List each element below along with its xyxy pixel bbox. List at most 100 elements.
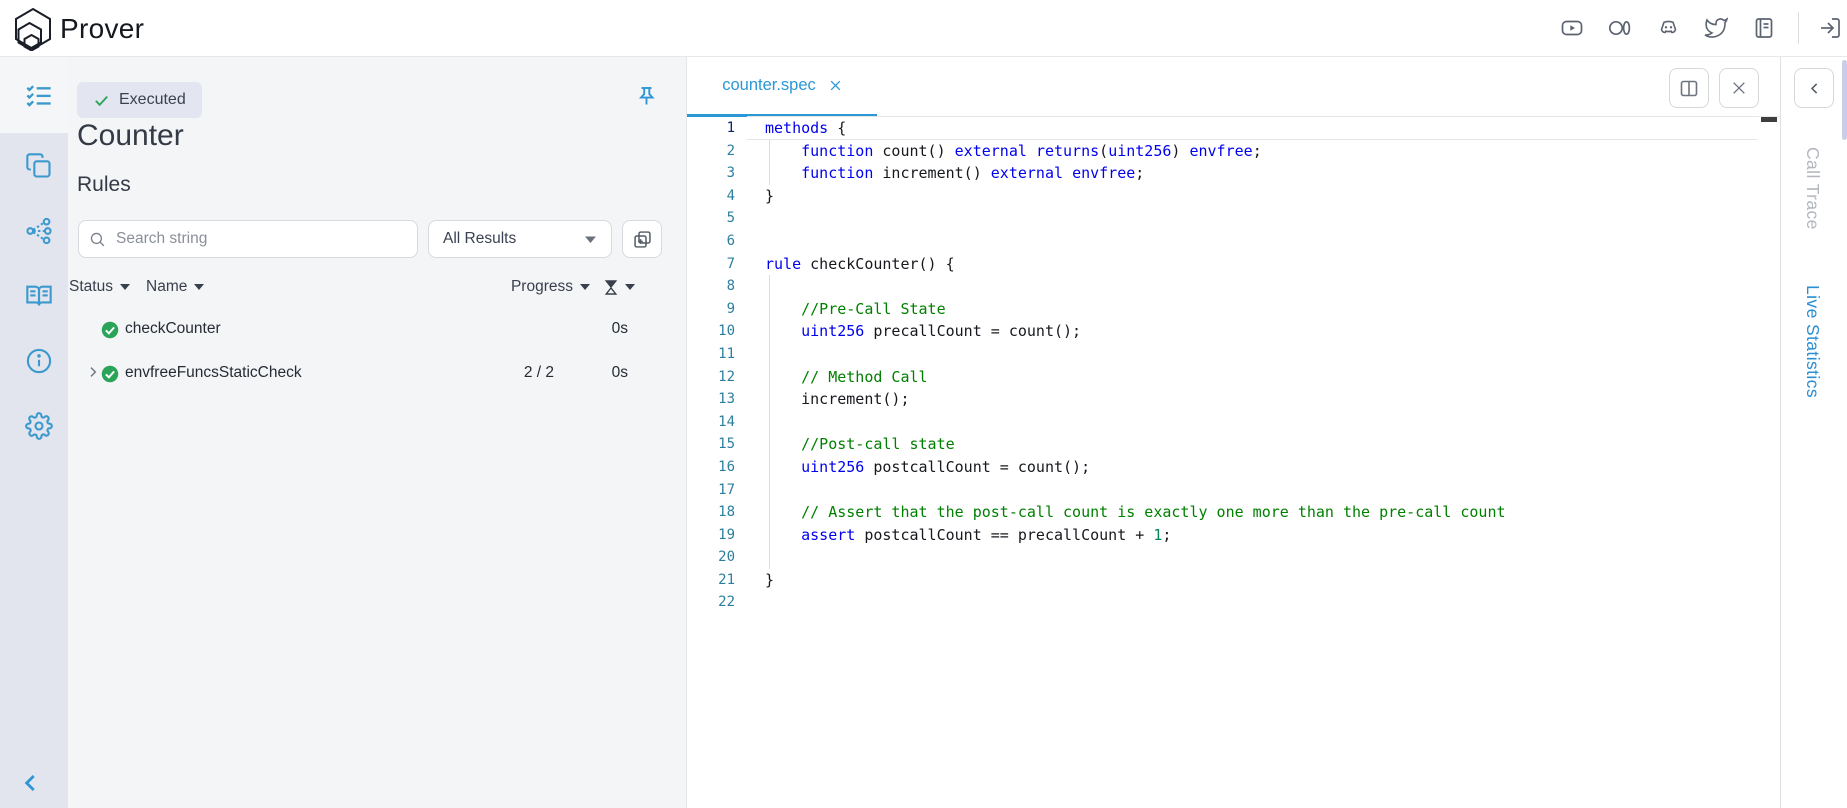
rule-name: checkCounter [125, 320, 221, 338]
code-line[interactable]: 4} [687, 185, 1781, 208]
code-line[interactable]: 12 // Method Call [687, 366, 1781, 389]
indent-guide [769, 456, 770, 479]
code-line[interactable]: 17 [687, 479, 1781, 502]
split-view-button[interactable] [1669, 68, 1709, 108]
badge-check-icon [93, 92, 110, 109]
code-line[interactable]: 15 //Post-call state [687, 433, 1781, 456]
expand-chevron-icon[interactable] [85, 364, 101, 380]
code-line[interactable]: 21} [687, 569, 1781, 592]
call-graph-icon[interactable] [25, 217, 53, 245]
tab-counter-spec[interactable]: counter.spec [687, 57, 877, 117]
duplicate-tab-button[interactable] [622, 220, 662, 258]
code-lines[interactable]: 1methods {2 function count() external re… [687, 117, 1781, 808]
code-line[interactable]: 10 uint256 precallCount = count(); [687, 320, 1781, 343]
code-line[interactable]: 1methods { [687, 117, 1781, 140]
line-number: 13 [687, 388, 741, 411]
line-number: 17 [687, 479, 741, 502]
line-number: 11 [687, 343, 741, 366]
rule-name: envfreeFuncsStaticCheck [125, 364, 302, 382]
page-scrollbar-thumb[interactable] [1842, 60, 1847, 140]
indent-guide [769, 320, 770, 343]
prover-logo-icon [12, 7, 54, 51]
line-number: 12 [687, 366, 741, 389]
column-header-duration[interactable] [604, 279, 635, 296]
indent-guide [769, 411, 770, 434]
column-header-status[interactable]: Status [69, 278, 130, 296]
sort-arrow-icon [625, 284, 635, 290]
indent-guide [769, 366, 770, 389]
close-editor-button[interactable] [1719, 68, 1759, 108]
indent-guide [769, 479, 770, 502]
rules-table-header: Status Name Progress [68, 276, 686, 302]
line-number: 20 [687, 546, 741, 569]
docs-icon[interactable] [1746, 10, 1782, 46]
youtube-icon[interactable] [1554, 10, 1590, 46]
results-filter-select[interactable]: All Results [428, 220, 612, 258]
tab-call-trace[interactable]: Call Trace [1802, 147, 1823, 230]
line-number: 15 [687, 433, 741, 456]
code-line[interactable]: 22 [687, 591, 1781, 614]
indent-guide [769, 343, 770, 366]
code-line[interactable]: 20 [687, 546, 1781, 569]
indent-guide [769, 546, 770, 569]
discord-icon[interactable] [1650, 10, 1686, 46]
code-line[interactable]: 13 increment(); [687, 388, 1781, 411]
line-number: 10 [687, 320, 741, 343]
line-number: 1 [687, 117, 741, 140]
code-line[interactable]: 16 uint256 postcallCount = count(); [687, 456, 1781, 479]
code-line[interactable]: 8 [687, 275, 1781, 298]
indent-guide [769, 298, 770, 321]
line-number: 16 [687, 456, 741, 479]
code-line[interactable]: 5 [687, 207, 1781, 230]
hourglass-icon [604, 279, 618, 296]
column-header-progress[interactable]: Progress [511, 278, 590, 296]
sign-out-icon[interactable] [1812, 10, 1847, 46]
status-badge: Executed [77, 82, 202, 118]
line-number: 9 [687, 298, 741, 321]
contracts-files-icon[interactable] [25, 152, 53, 180]
tab-close-icon[interactable] [829, 79, 842, 92]
rules-checklist-icon[interactable] [25, 82, 53, 110]
indent-guide [769, 524, 770, 547]
rule-row[interactable]: envfreeFuncsStaticCheck 2 / 2 0s [68, 352, 686, 396]
rules-panel: Executed Counter Rules All Results [68, 57, 686, 808]
twitter-icon[interactable] [1698, 10, 1734, 46]
line-number: 18 [687, 501, 741, 524]
code-line[interactable]: 6 [687, 230, 1781, 253]
success-status-icon [101, 365, 119, 383]
search-input[interactable] [114, 229, 407, 249]
brand-logo[interactable]: Prover [12, 7, 144, 51]
code-line[interactable]: 2 function count() external returns(uint… [687, 140, 1781, 163]
code-line[interactable]: 14 [687, 411, 1781, 434]
line-number: 6 [687, 230, 741, 253]
tab-label: counter.spec [722, 76, 816, 95]
indent-guide [769, 275, 770, 298]
editor-tabbar: counter.spec [687, 57, 1781, 117]
code-line[interactable]: 11 [687, 343, 1781, 366]
brand-name: Prover [60, 13, 144, 45]
info-icon[interactable] [25, 347, 53, 375]
expand-panel-button[interactable] [1794, 68, 1834, 108]
code-line[interactable]: 7rule checkCounter() { [687, 253, 1781, 276]
code-line[interactable]: 9 //Pre-Call State [687, 298, 1781, 321]
pin-icon[interactable] [635, 84, 661, 110]
column-header-name[interactable]: Name [146, 278, 204, 296]
code-line[interactable]: 3 function increment() external envfree; [687, 162, 1781, 185]
sort-arrow-icon [194, 284, 204, 290]
code-line[interactable]: 18 // Assert that the post-call count is… [687, 501, 1781, 524]
editor-scrollbar-thumb[interactable] [1761, 117, 1777, 122]
spec-book-icon[interactable] [25, 282, 53, 310]
code-line[interactable]: 19 assert postcallCount == precallCount … [687, 524, 1781, 547]
rule-row[interactable]: checkCounter 0s [68, 308, 686, 352]
badge-label: Executed [119, 91, 186, 109]
line-number: 8 [687, 275, 741, 298]
indent-guide [769, 388, 770, 411]
results-filter-value: All Results [443, 230, 516, 248]
line-number: 21 [687, 569, 741, 592]
tab-live-statistics[interactable]: Live Statistics [1802, 285, 1823, 398]
settings-gear-icon[interactable] [25, 412, 53, 440]
medium-icon[interactable] [1602, 10, 1638, 46]
sidebar-collapse-chevron[interactable] [18, 770, 44, 796]
rules-section-title: Rules [77, 173, 131, 197]
right-rail: Call Trace Live Statistics [1780, 57, 1847, 808]
